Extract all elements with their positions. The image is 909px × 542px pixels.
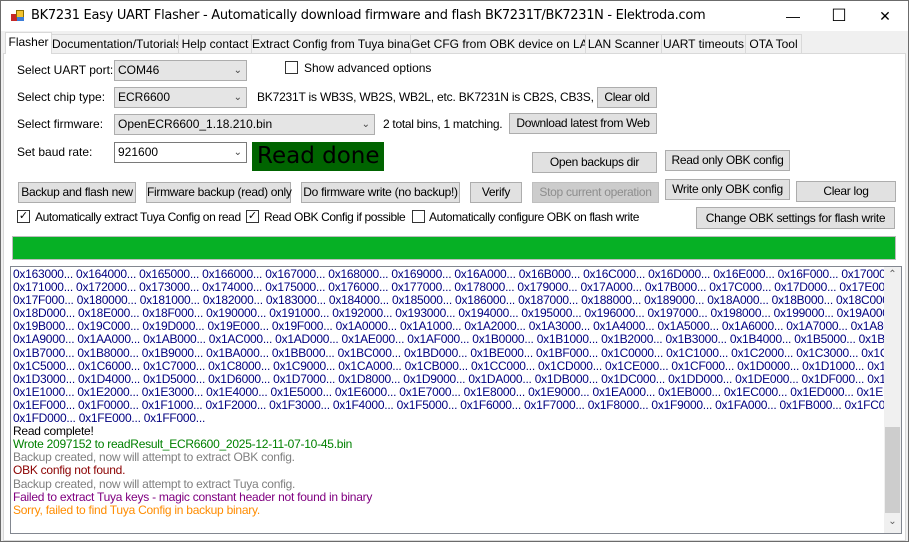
baud-rate-select[interactable]: 921600 ⌄	[114, 142, 247, 163]
progress-bar	[12, 236, 896, 260]
chip-type-select[interactable]: ECR6600 ⌄	[114, 87, 247, 108]
verify-button[interactable]: Verify	[470, 182, 522, 203]
tab-lan-scanner[interactable]: LAN Scanner	[585, 34, 662, 54]
read-obk-checkbox[interactable]: ✓	[246, 210, 259, 223]
tab-get-cfg-lan[interactable]: Get CFG from OBK device on LAN	[410, 34, 596, 54]
read-obk-config-button[interactable]: Read only OBK config	[665, 150, 790, 171]
chip-hint: BK7231T is WB3S, WB2S, WB2L, etc. BK7231…	[257, 90, 613, 104]
firmware-label: Select firmware:	[17, 117, 104, 131]
write-obk-config-button[interactable]: Write only OBK config	[665, 179, 790, 200]
chevron-down-icon: ⌄	[233, 65, 242, 76]
baud-rate-value: 921600	[118, 145, 159, 159]
tab-uart-timeouts[interactable]: UART timeouts	[661, 34, 746, 54]
chip-type-value: ECR6600	[118, 90, 171, 104]
log-line: 0x1FD000... 0x1FE000... 0x1FF000...	[13, 411, 206, 426]
read-obk-label: Read OBK Config if possible	[264, 210, 406, 224]
log-line: Backup created, now will attempt to extr…	[13, 476, 296, 491]
scroll-up-icon[interactable]: ⌃	[884, 269, 901, 285]
log-scrollbar[interactable]: ⌃ ⌄	[884, 267, 901, 533]
log-line: 0x1E1000... 0x1E2000... 0x1E3000... 0x1E…	[13, 384, 902, 399]
log-line: Sorry, failed to find Tuya Config in bac…	[13, 502, 260, 517]
firmware-value: OpenECR6600_1.18.210.bin	[118, 117, 273, 131]
tab-documentation[interactable]: Documentation/Tutorials	[51, 34, 182, 54]
log-line: 0x1A9000... 0x1AA000... 0x1AB000... 0x1A…	[13, 332, 902, 347]
log-output[interactable]: 0x163000... 0x164000... 0x165000... 0x16…	[10, 266, 902, 534]
uart-port-label: Select UART port:	[17, 63, 114, 77]
show-advanced-checkbox[interactable]	[285, 61, 298, 74]
open-backups-dir-button[interactable]: Open backups dir	[532, 152, 657, 173]
change-obk-settings-button[interactable]: Change OBK settings for flash write	[696, 207, 895, 229]
window-title: BK7231 Easy UART Flasher - Automatically…	[31, 8, 706, 23]
log-line: 0x1B7000... 0x1B8000... 0x1B9000... 0x1B…	[13, 345, 902, 360]
firmware-backup-button[interactable]: Firmware backup (read) only	[146, 182, 292, 203]
tab-help-contact[interactable]: Help contact	[178, 34, 252, 54]
auto-configure-obk-checkbox[interactable]	[412, 210, 425, 223]
auto-configure-obk-label: Automatically configure OBK on flash wri…	[429, 210, 639, 224]
minimize-button[interactable]: —	[770, 1, 816, 31]
progress-fill	[13, 237, 895, 259]
baud-rate-label: Set baud rate:	[17, 145, 93, 159]
chevron-down-icon: ⌄	[233, 92, 242, 103]
scroll-down-icon[interactable]: ⌄	[884, 516, 901, 532]
chip-type-label: Select chip type:	[17, 90, 106, 104]
log-lines: 0x163000... 0x164000... 0x165000... 0x16…	[13, 267, 902, 517]
status-indicator: Read done	[252, 142, 384, 171]
auto-extract-tuya-checkbox[interactable]: ✓	[17, 210, 30, 223]
tab-flasher[interactable]: Flasher	[5, 32, 52, 54]
log-line: OBK config not found.	[13, 463, 126, 478]
firmware-write-button[interactable]: Do firmware write (no backup!)	[301, 182, 460, 203]
backup-and-flash-button[interactable]: Backup and flash new	[18, 182, 136, 203]
chevron-down-icon: ⌄	[233, 147, 242, 158]
title-bar: BK7231 Easy UART Flasher - Automatically…	[1, 1, 908, 31]
scrollbar-thumb[interactable]	[885, 427, 900, 513]
firmware-select[interactable]: OpenECR6600_1.18.210.bin ⌄	[114, 114, 375, 135]
auto-extract-tuya-label: Automatically extract Tuya Config on rea…	[35, 210, 241, 224]
chevron-down-icon: ⌄	[361, 119, 370, 130]
tab-extract-config[interactable]: Extract Config from Tuya binary	[251, 34, 420, 54]
uart-port-select[interactable]: COM46 ⌄	[114, 60, 247, 81]
firmware-info: 2 total bins, 1 matching.	[383, 117, 503, 131]
stop-operation-button[interactable]: Stop current operation	[532, 182, 659, 203]
app-window: BK7231 Easy UART Flasher - Automatically…	[0, 0, 909, 542]
tab-ota-tool[interactable]: OTA Tool	[745, 34, 802, 54]
clear-old-button[interactable]: Clear old	[597, 87, 657, 108]
log-line: Failed to extract Tuya keys - magic cons…	[13, 489, 373, 504]
download-latest-button[interactable]: Download latest from Web	[509, 113, 657, 134]
clear-log-button[interactable]: Clear log	[796, 181, 896, 202]
log-line: 0x1C5000... 0x1C6000... 0x1C7000... 0x1C…	[13, 358, 902, 373]
app-icon	[11, 9, 25, 22]
log-line: Backup created, now will attempt to extr…	[13, 450, 295, 465]
log-line: 0x1D3000... 0x1D4000... 0x1D5000... 0x1D…	[13, 371, 902, 386]
close-button[interactable]: ✕	[862, 1, 908, 31]
show-advanced-label: Show advanced options	[304, 61, 432, 75]
uart-port-value: COM46	[118, 63, 160, 77]
maximize-button[interactable]: ☐	[816, 1, 862, 31]
